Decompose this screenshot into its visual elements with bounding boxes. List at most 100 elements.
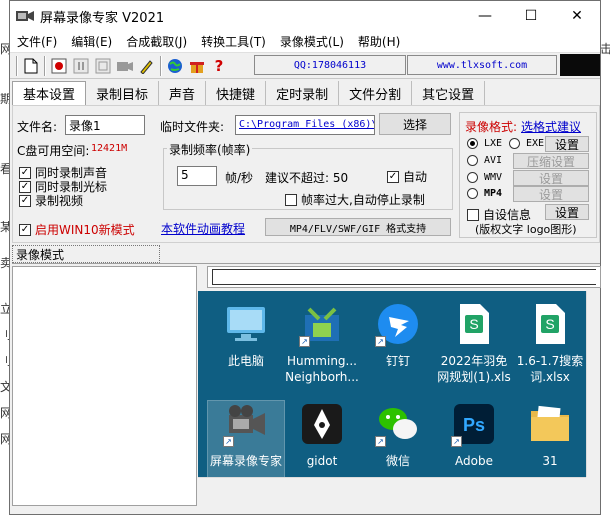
pen-draw-icon[interactable] (136, 55, 158, 77)
format-suggest-link[interactable]: 选格式建议 (521, 118, 581, 135)
video-camera-icon[interactable] (114, 55, 136, 77)
maximize-button[interactable]: ☐ (508, 1, 554, 31)
format-title: 录像格式: (465, 120, 518, 134)
format-mp4-radio[interactable]: MP4 (467, 188, 502, 199)
tab-basic[interactable]: 基本设置 (12, 81, 87, 105)
desktop-icon[interactable]: ↗ 微信 (360, 401, 436, 469)
excel-file-icon: S (527, 301, 573, 347)
photoshop-icon: Ps ↗ (451, 401, 497, 447)
format-lxe-radio[interactable]: LXE (467, 138, 502, 149)
close-button[interactable]: ✕ (554, 1, 600, 31)
toolbar-separator (44, 55, 46, 76)
tab-other[interactable]: 其它设置 (412, 81, 486, 105)
desktop-icon[interactable]: S 1.6-1.7搜索 词.xlsx (512, 301, 586, 385)
wmv-settings-button[interactable]: 设置 (513, 170, 589, 186)
menu-convert[interactable]: 转换工具(T) (194, 33, 273, 50)
menu-help[interactable]: 帮助(H) (351, 33, 407, 50)
format-avi-radio[interactable]: AVI (467, 155, 502, 166)
shortcut-arrow-icon: ↗ (451, 436, 462, 447)
computer-icon (223, 301, 269, 347)
auto-label: 自动 (403, 170, 428, 184)
record-mode-button[interactable]: 录像模式 (12, 245, 160, 263)
pen-nib-icon (299, 401, 345, 447)
pause-icon[interactable] (70, 55, 92, 77)
framerate-input[interactable]: 5 (177, 166, 217, 186)
tutorial-link[interactable]: 本软件动画教程 (161, 220, 245, 237)
desktop-icon-label: Neighborh... (285, 370, 359, 384)
format-wmv-radio[interactable]: WMV (467, 172, 502, 183)
qq-contact[interactable]: QQ:178046113 (254, 55, 406, 75)
desktop-icon-label: Humming... (286, 354, 357, 368)
shortcut-arrow-icon: ↗ (375, 336, 386, 347)
gift-icon[interactable] (186, 55, 208, 77)
format-avi-label: AVI (484, 155, 503, 166)
vertical-scrollbar[interactable] (586, 291, 600, 477)
format-settings-button[interactable]: 设置 (545, 136, 589, 152)
tab-file-split[interactable]: 文件分割 (339, 81, 413, 105)
menu-bar: 文件(F) 编辑(E) 合成截取(J) 转换工具(T) 录像模式(L) 帮助(H… (10, 31, 600, 53)
horizontal-scrollbar[interactable] (198, 477, 586, 491)
window-title: 屏幕录像专家 V2021 (40, 10, 165, 26)
globe-icon[interactable] (164, 55, 186, 77)
framerate-suggest: 建议不超过: 50 (265, 171, 349, 185)
record-icon[interactable] (48, 55, 70, 77)
wechat-icon: ↗ (375, 401, 421, 447)
dingtalk-icon: ↗ (375, 301, 421, 347)
tab-record-target[interactable]: 录制目标 (86, 81, 160, 105)
tempdir-label: 临时文件夹: (160, 120, 225, 134)
hummingbird-icon: ↗ (299, 301, 345, 347)
tab-scheduled[interactable]: 定时录制 (266, 81, 340, 105)
desktop-icon-label: 此电脑 (227, 354, 264, 368)
filename-label: 文件名: (17, 120, 58, 134)
menu-record-mode[interactable]: 录像模式(L) (273, 33, 351, 50)
auto-stop-checkbox[interactable]: 帧率过大,自动停止录制 (285, 191, 425, 208)
tab-hotkeys[interactable]: 快捷键 (206, 81, 267, 105)
desktop-icon[interactable]: gidot (284, 401, 360, 469)
camera-app-icon (16, 11, 34, 21)
desktop-icon[interactable]: ↗ Humming... Neighborh... (284, 301, 360, 385)
preview-area[interactable]: 此电脑 ↗ Humming... Neighborh... ↗ 钉钉 S 202… (198, 291, 586, 477)
desktop-icon-label: Adobe (455, 454, 493, 468)
stop-icon[interactable] (92, 55, 114, 77)
recording-list[interactable] (12, 266, 197, 506)
menu-file[interactable]: 文件(F) (10, 33, 64, 50)
format-lxe-label: LXE (484, 138, 503, 149)
desktop-icon[interactable]: S 2022年羽免 网规划(1).xls (436, 301, 512, 385)
svg-text:S: S (545, 316, 554, 332)
website-link[interactable]: www.tlxsoft.com (407, 55, 557, 75)
tab-sound[interactable]: 声音 (159, 81, 207, 105)
format-exe-radio[interactable]: EXE (509, 138, 544, 149)
compress-settings-button[interactable]: 压缩设置 (513, 153, 589, 169)
desktop-icon[interactable]: 此电脑 (208, 301, 284, 369)
title-bar[interactable]: 屏幕录像专家 V2021 — ☐ ✕ (10, 1, 600, 31)
minimize-button[interactable]: — (462, 1, 508, 31)
format-support-button[interactable]: MP4/FLV/SWF/GIF 格式支持 (265, 218, 451, 236)
desktop-icon[interactable]: ↗ 钉钉 (360, 301, 436, 369)
mp4-settings-button[interactable]: 设置 (513, 186, 589, 202)
new-file-icon[interactable] (20, 55, 42, 77)
win10-mode-checkbox[interactable]: ✓ 启用WIN10新模式 (19, 221, 135, 238)
desktop-icon[interactable]: 31 (512, 401, 586, 469)
svg-text:Ps: Ps (463, 415, 485, 435)
shortcut-arrow-icon: ↗ (223, 436, 234, 447)
tempdir-input[interactable]: C:\Program Files (x86)\ (235, 115, 375, 135)
custom-info-settings-button[interactable]: 设置 (545, 204, 589, 220)
app-window: 屏幕录像专家 V2021 — ☐ ✕ 文件(F) 编辑(E) 合成截取(J) 转… (9, 0, 601, 515)
record-video-checkbox[interactable]: ✓ 录制视频 (19, 192, 83, 209)
menu-compose[interactable]: 合成截取(J) (119, 33, 194, 50)
basic-settings-panel: 文件名: 录像1 临时文件夹: C:\Program Files (x86)\ … (12, 105, 600, 243)
desktop-icon[interactable]: Ps ↗ Adobe (436, 401, 512, 469)
timeline-field[interactable] (212, 269, 596, 285)
select-folder-button[interactable]: 选择 (379, 113, 451, 135)
auto-stop-label: 帧率过大,自动停止录制 (301, 193, 425, 207)
toolbar: ? QQ:178046113 www.tlxsoft.com (10, 53, 600, 79)
auto-framerate-checkbox[interactable]: ✓ 自动 (387, 168, 427, 185)
menu-edit[interactable]: 编辑(E) (64, 33, 119, 50)
timeline-bar[interactable] (207, 266, 601, 288)
help-question-icon[interactable]: ? (208, 55, 230, 77)
filename-input[interactable]: 录像1 (65, 115, 145, 135)
format-wmv-label: WMV (484, 172, 503, 183)
desktop-icon[interactable]: ↗ 屏幕录像专家 (207, 400, 285, 477)
desktop-icon-label: 钉钉 (385, 354, 410, 368)
desktop-icon-label: 词.xlsx (530, 370, 570, 384)
